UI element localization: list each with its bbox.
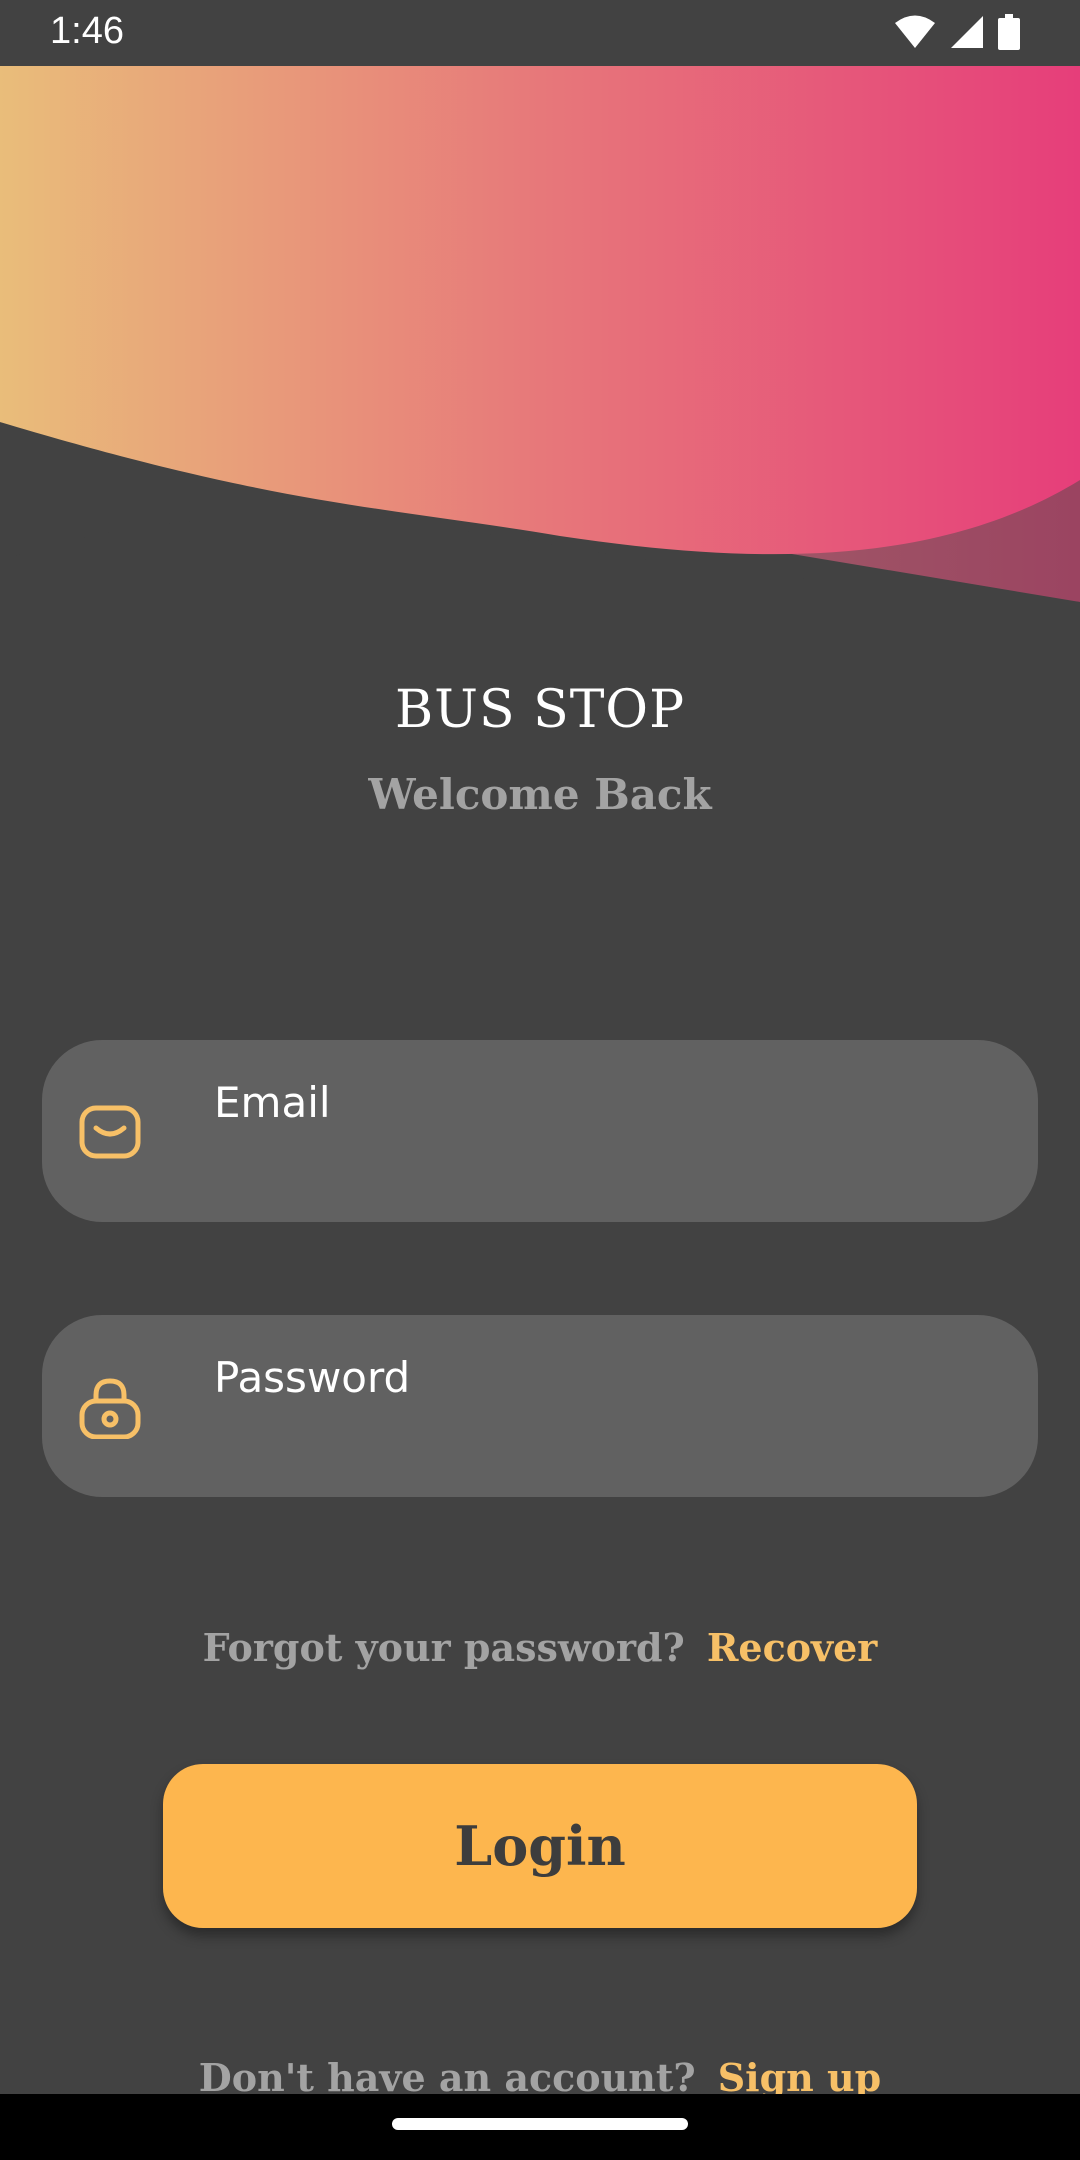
- wifi-icon: [895, 15, 935, 48]
- email-field[interactable]: Email: [42, 1040, 1038, 1222]
- status-bar: 1:46: [0, 0, 1080, 66]
- email-placeholder: Email: [214, 1078, 331, 1127]
- forgot-password-text: Forgot your password?: [202, 1625, 685, 1670]
- login-button[interactable]: Login: [163, 1764, 917, 1928]
- app-title: BUS STOP: [394, 680, 686, 740]
- password-placeholder: Password: [214, 1353, 411, 1402]
- mail-icon: [79, 1105, 141, 1159]
- cell-signal-icon: [951, 16, 983, 48]
- home-gesture-handle[interactable]: [392, 2118, 688, 2130]
- forgot-password-row: Forgot your password? Recover: [0, 1625, 1080, 1670]
- status-icons: [894, 14, 1020, 50]
- status-time: 1:46: [50, 10, 124, 52]
- navigation-bar: [0, 2094, 1080, 2160]
- app-subtitle: Welcome Back: [368, 770, 712, 819]
- recover-link[interactable]: Recover: [707, 1625, 878, 1670]
- lock-icon: [79, 1378, 141, 1439]
- password-field[interactable]: Password: [42, 1315, 1038, 1497]
- header-wave-graphic: [0, 66, 1080, 626]
- battery-icon: [998, 14, 1020, 50]
